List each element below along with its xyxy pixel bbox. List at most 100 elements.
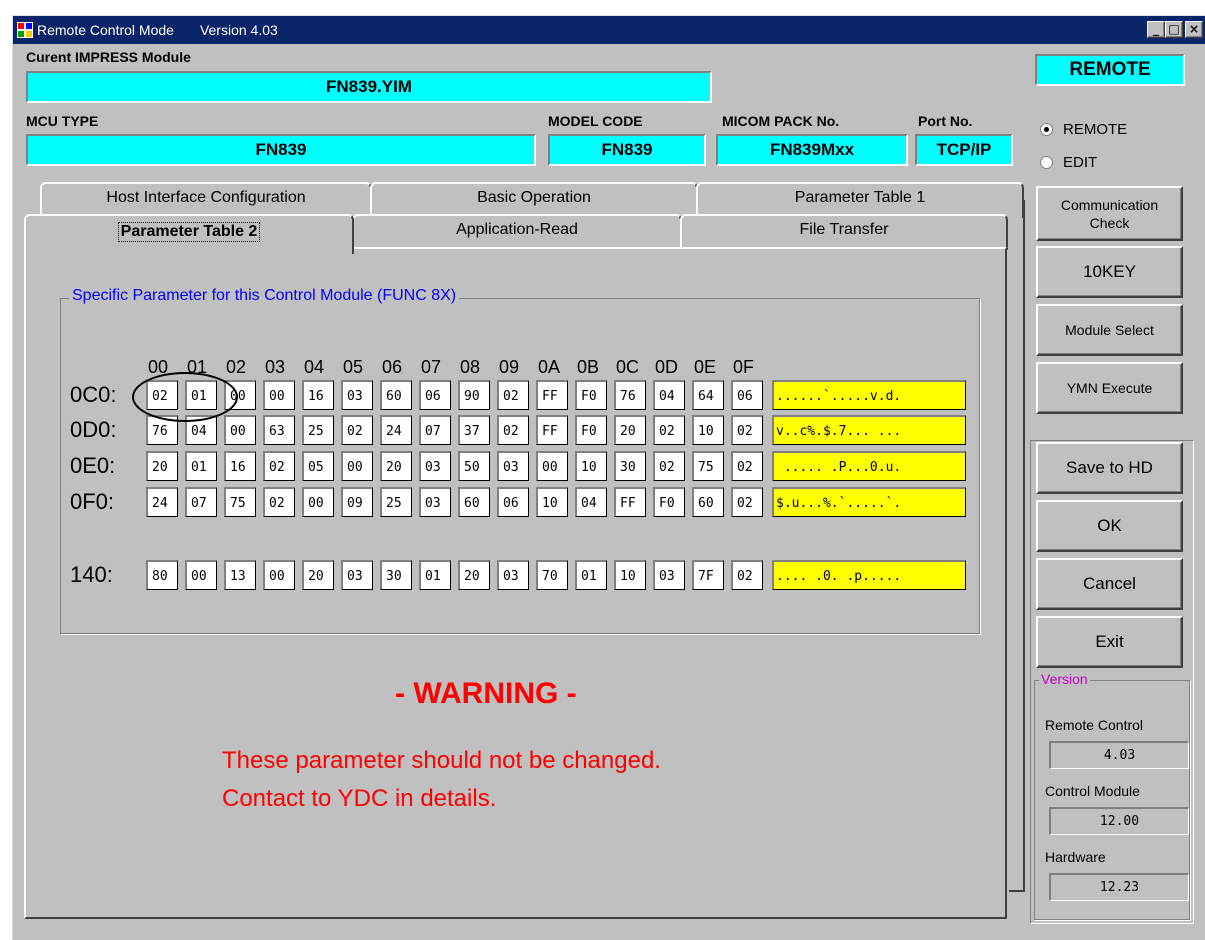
hex-cell[interactable]: 03 xyxy=(419,451,451,481)
ok-button[interactable]: OK xyxy=(1036,500,1183,552)
hex-cell[interactable]: 00 xyxy=(263,380,295,410)
hex-cell[interactable]: 63 xyxy=(263,415,295,445)
radio-remote[interactable]: REMOTE xyxy=(1040,121,1127,138)
hex-cell[interactable]: 02 xyxy=(497,415,529,445)
hex-cell[interactable]: 20 xyxy=(458,560,490,590)
hex-cell[interactable]: 24 xyxy=(146,487,178,517)
hex-cell[interactable]: 20 xyxy=(614,415,646,445)
ascii-preview: .... .0. .p..... xyxy=(772,560,966,590)
hex-cell[interactable]: 06 xyxy=(731,380,763,410)
hex-cell[interactable]: 06 xyxy=(497,487,529,517)
hex-cell[interactable]: F0 xyxy=(575,415,607,445)
hex-cell[interactable]: 04 xyxy=(653,380,685,410)
hex-cell[interactable]: 00 xyxy=(341,451,373,481)
save-to-hd-button[interactable]: Save to HD xyxy=(1036,442,1183,494)
hex-cell[interactable]: 02 xyxy=(731,451,763,481)
hex-cell[interactable]: 20 xyxy=(302,560,334,590)
hex-cell[interactable]: 75 xyxy=(224,487,256,517)
maximize-button[interactable]: □ xyxy=(1165,21,1183,38)
hex-cell[interactable]: 30 xyxy=(380,560,412,590)
hex-cell[interactable]: 60 xyxy=(692,487,724,517)
hex-cell[interactable]: 00 xyxy=(263,560,295,590)
hex-cell[interactable]: 02 xyxy=(731,487,763,517)
hex-cell[interactable]: 00 xyxy=(536,451,568,481)
hex-cell[interactable]: 20 xyxy=(380,451,412,481)
hex-cell[interactable]: FF xyxy=(614,487,646,517)
hex-cell[interactable]: 50 xyxy=(458,451,490,481)
hex-cell[interactable]: 01 xyxy=(575,560,607,590)
hex-cell[interactable]: 02 xyxy=(731,415,763,445)
hex-cell[interactable]: 00 xyxy=(302,487,334,517)
hex-cell[interactable]: 03 xyxy=(419,487,451,517)
hex-cell[interactable]: FF xyxy=(536,380,568,410)
hex-cell[interactable]: 30 xyxy=(614,451,646,481)
hex-cell[interactable]: 02 xyxy=(731,560,763,590)
hex-cell[interactable]: 04 xyxy=(575,487,607,517)
hex-cell[interactable]: 02 xyxy=(263,487,295,517)
hex-cell[interactable]: 03 xyxy=(497,560,529,590)
hex-cell[interactable]: 03 xyxy=(341,380,373,410)
tab-basic-operation[interactable]: Basic Operation xyxy=(370,182,698,218)
hex-cell[interactable]: 01 xyxy=(419,560,451,590)
hex-cell[interactable]: F0 xyxy=(575,380,607,410)
tab-parameter-table-1[interactable]: Parameter Table 1 xyxy=(696,182,1024,218)
hex-cell[interactable]: 02 xyxy=(653,415,685,445)
hex-cell[interactable]: 03 xyxy=(653,560,685,590)
hex-cell[interactable]: 60 xyxy=(380,380,412,410)
hex-cell[interactable]: 02 xyxy=(263,451,295,481)
hex-cell[interactable]: 00 xyxy=(185,560,217,590)
hex-cell[interactable]: 03 xyxy=(341,560,373,590)
exit-button[interactable]: Exit xyxy=(1036,616,1183,668)
hex-cell[interactable]: 70 xyxy=(536,560,568,590)
hex-cell[interactable]: 06 xyxy=(419,380,451,410)
cancel-button[interactable]: Cancel xyxy=(1036,558,1183,610)
hex-cell[interactable]: 03 xyxy=(497,451,529,481)
hex-cell[interactable]: FF xyxy=(536,415,568,445)
hex-cell[interactable]: 09 xyxy=(341,487,373,517)
hex-cell[interactable]: 02 xyxy=(341,415,373,445)
hex-cell[interactable]: 13 xyxy=(224,560,256,590)
minimize-button[interactable]: _ xyxy=(1147,21,1165,38)
hex-cell[interactable]: 07 xyxy=(185,487,217,517)
hex-cell[interactable]: 02 xyxy=(497,380,529,410)
radio-selected-icon xyxy=(1040,123,1053,136)
hex-cell[interactable]: 76 xyxy=(614,380,646,410)
tab-application-read[interactable]: Application-Read xyxy=(352,214,682,250)
hex-cell[interactable]: 10 xyxy=(692,415,724,445)
hex-cell[interactable]: F0 xyxy=(653,487,685,517)
hex-cell[interactable]: 24 xyxy=(380,415,412,445)
tab-host-interface[interactable]: Host Interface Configuration xyxy=(40,182,372,218)
radio-edit[interactable]: EDIT xyxy=(1040,154,1097,171)
hex-cell[interactable]: 07 xyxy=(419,415,451,445)
hex-cell[interactable]: 10 xyxy=(575,451,607,481)
column-header: 0A xyxy=(538,357,561,377)
row-address-label: 0E0: xyxy=(70,453,116,478)
hex-cell[interactable]: 01 xyxy=(185,451,217,481)
hex-cell[interactable]: 10 xyxy=(536,487,568,517)
hex-cell[interactable]: 16 xyxy=(224,451,256,481)
communication-check-button[interactable]: Communication Check xyxy=(1036,186,1183,241)
hex-cell[interactable]: 10 xyxy=(614,560,646,590)
hex-cell[interactable]: 7F xyxy=(692,560,724,590)
module-select-button[interactable]: Module Select xyxy=(1036,304,1183,356)
hex-cell[interactable]: 25 xyxy=(302,415,334,445)
tab-parameter-table-2[interactable]: Parameter Table 2 xyxy=(24,214,354,254)
hex-cell[interactable]: 90 xyxy=(458,380,490,410)
hex-cell[interactable]: 20 xyxy=(146,451,178,481)
hex-cell[interactable]: 80 xyxy=(146,560,178,590)
hex-cell[interactable]: 02 xyxy=(653,451,685,481)
hex-cell[interactable]: 16 xyxy=(302,380,334,410)
hex-cell[interactable]: 60 xyxy=(458,487,490,517)
ymn-execute-button[interactable]: YMN Execute xyxy=(1036,362,1183,414)
hex-cell[interactable]: 00 xyxy=(224,415,256,445)
hex-cell[interactable]: 05 xyxy=(302,451,334,481)
hex-cell[interactable]: 64 xyxy=(692,380,724,410)
hex-cell[interactable]: 37 xyxy=(458,415,490,445)
close-button[interactable]: × xyxy=(1185,21,1203,38)
tenkey-button[interactable]: 10KEY xyxy=(1036,246,1183,298)
hex-cell[interactable]: 25 xyxy=(380,487,412,517)
tab-file-transfer[interactable]: File Transfer xyxy=(680,214,1008,250)
hex-cell[interactable]: 75 xyxy=(692,451,724,481)
column-header: 06 xyxy=(382,357,403,377)
title-bar[interactable]: Remote Control Mode Version 4.03 _ □ × xyxy=(13,16,1205,44)
